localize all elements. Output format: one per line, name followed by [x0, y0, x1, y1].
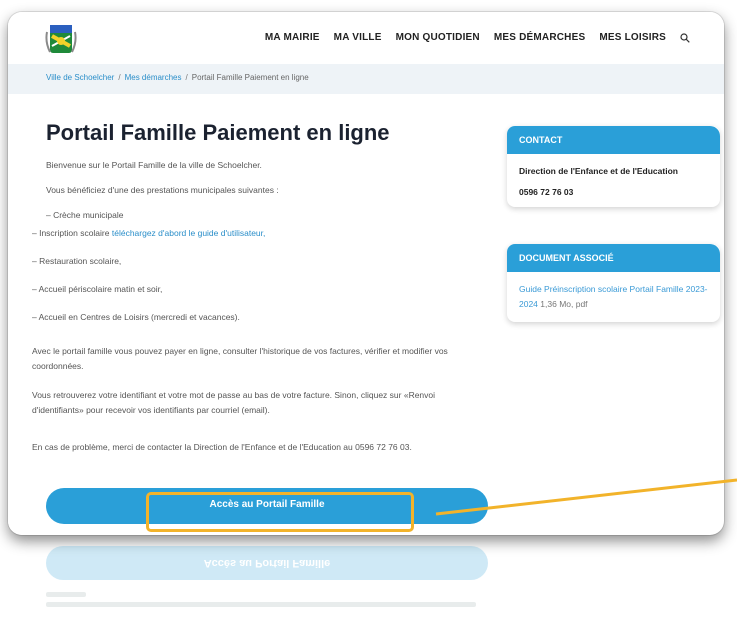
list-item-inscription: – Inscription scolaire téléchargez d'abo… — [32, 228, 266, 238]
paragraph-identifiers: Vous retrouverez votre identifiant et vo… — [32, 390, 436, 415]
document-card: DOCUMENT ASSOCIÉ Guide Préinscription sc… — [507, 244, 720, 322]
browser-page: MA MAIRIE MA VILLE MON QUOTIDIEN MES DÉM… — [8, 12, 724, 535]
contact-card: CONTACT Direction de l'Enfance et de l'E… — [507, 126, 720, 207]
search-icon[interactable] — [680, 32, 690, 43]
nav-mes-demarches[interactable]: MES DÉMARCHES — [494, 32, 586, 43]
contact-name: Direction de l'Enfance et de l'Education — [519, 166, 678, 176]
contact-heading: CONTACT — [507, 126, 720, 154]
guide-link[interactable]: téléchargez d'abord le guide d'utilisate… — [112, 228, 266, 238]
document-heading: DOCUMENT ASSOCIÉ — [507, 244, 720, 272]
intro-welcome: Bienvenue sur le Portail Famille de la v… — [46, 160, 262, 170]
paragraph-contact: En cas de problème, merci de contacter l… — [32, 442, 412, 452]
reflection-line — [46, 592, 86, 597]
portail-famille-button-label: Accès au Portail Famille — [209, 499, 325, 510]
crest-logo[interactable] — [44, 22, 78, 56]
list-item-periscolaire: – Accueil périscolaire matin et soir, — [32, 284, 163, 294]
paragraph-features: Avec le portail famille vous pouvez paye… — [32, 346, 448, 371]
nav-mon-quotidien[interactable]: MON QUOTIDIEN — [396, 32, 480, 43]
list-item-creche: – Crèche municipale — [46, 210, 124, 220]
nav-ma-mairie[interactable]: MA MAIRIE — [265, 32, 320, 43]
list-item-centres-loisirs: – Accueil en Centres de Loisirs (mercred… — [32, 312, 240, 322]
page-title: Portail Famille Paiement en ligne — [46, 120, 390, 145]
page-reflection: Accès au Portail Famille — [8, 540, 724, 637]
contact-phone: 0596 72 76 03 — [519, 187, 574, 197]
main-nav: MA MAIRIE MA VILLE MON QUOTIDIEN MES DÉM… — [265, 32, 690, 43]
nav-mes-loisirs[interactable]: MES LOISIRS — [599, 32, 666, 43]
breadcrumb-home[interactable]: Ville de Schoelcher — [46, 73, 114, 82]
breadcrumb-bar: Ville de Schoelcher / Mes démarches / Portai… — [8, 64, 724, 94]
breadcrumb-current: Portail Famille Paiement en ligne — [191, 73, 309, 82]
document-meta: 1,36 Mo, pdf — [537, 299, 588, 309]
reflection-line — [46, 602, 476, 607]
list-item-restauration: – Restauration scolaire, — [32, 256, 122, 266]
portail-famille-button[interactable]: Accès au Portail Famille — [46, 488, 488, 524]
nav-ma-ville[interactable]: MA VILLE — [334, 32, 382, 43]
breadcrumb: Ville de Schoelcher / Mes démarches / Portai… — [46, 73, 309, 82]
reflection-button: Accès au Portail Famille — [46, 546, 488, 580]
site-header: MA MAIRIE MA VILLE MON QUOTIDIEN MES DÉM… — [8, 12, 724, 64]
breadcrumb-section[interactable]: Mes démarches — [125, 73, 182, 82]
intro-services: Vous bénéficiez d'une des prestations mu… — [46, 185, 279, 195]
